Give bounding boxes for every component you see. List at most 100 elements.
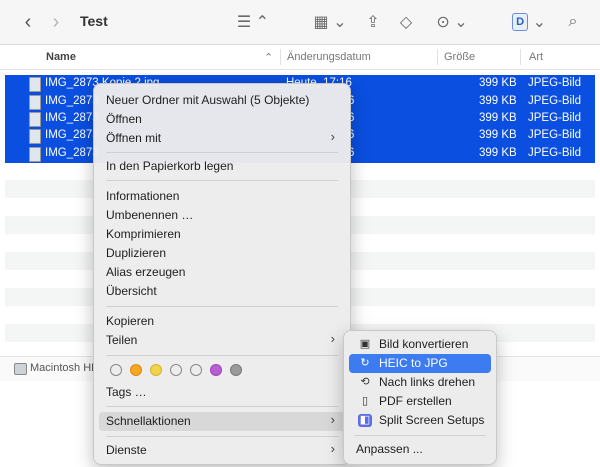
submenu-item-create-pdf[interactable]: ▯ PDF erstellen bbox=[349, 392, 491, 411]
menu-item-trash[interactable]: In den Papierkorb legen bbox=[99, 157, 345, 176]
file-name: IMG_2873 bbox=[45, 129, 99, 141]
chevron-right-icon: › bbox=[330, 129, 335, 144]
menu-label: Duplizieren bbox=[106, 246, 167, 260]
sort-chevron-icon[interactable]: ⌃ bbox=[264, 51, 273, 64]
submenu-label: HEIC to JPG bbox=[379, 356, 448, 370]
menu-separator bbox=[106, 406, 338, 407]
menu-item-share[interactable]: Teilen › bbox=[99, 331, 345, 350]
file-kind: JPEG-Bild bbox=[528, 95, 582, 107]
menu-label: Umbenennen … bbox=[106, 208, 194, 222]
tag-icon[interactable]: ◇ bbox=[396, 12, 416, 32]
column-name[interactable]: Name bbox=[46, 51, 76, 63]
menu-item-compress[interactable]: Komprimieren bbox=[99, 225, 345, 244]
app-icon[interactable]: D ⌄ bbox=[512, 12, 546, 32]
menu-item-overview[interactable]: Übersicht bbox=[99, 282, 345, 301]
rotate-left-icon: ⟲ bbox=[360, 376, 370, 388]
tag-color-orange[interactable] bbox=[130, 364, 142, 376]
file-name: IMG_2873 bbox=[45, 147, 99, 159]
file-kind: JPEG-Bild bbox=[528, 129, 582, 141]
tag-color-none[interactable] bbox=[110, 364, 122, 376]
menu-label: Teilen bbox=[106, 333, 138, 347]
chevron-right-icon: › bbox=[330, 412, 335, 427]
column-divider bbox=[280, 49, 281, 65]
submenu-item-customize[interactable]: Anpassen ... bbox=[349, 440, 491, 459]
menu-item-open-with[interactable]: Öffnen mit › bbox=[99, 129, 345, 148]
file-name: IMG_2873 bbox=[45, 112, 99, 124]
chevron-right-icon: › bbox=[330, 331, 335, 346]
menu-label: Tags … bbox=[106, 385, 147, 399]
tag-color-gray[interactable] bbox=[230, 364, 242, 376]
context-menu: Neuer Ordner mit Auswahl (5 Objekte) Öff… bbox=[93, 83, 351, 465]
menu-item-copy[interactable]: Kopieren bbox=[99, 312, 345, 331]
submenu-label: Bild konvertieren bbox=[379, 337, 469, 351]
menu-label: Neuer Ordner mit Auswahl (5 Objekte) bbox=[106, 93, 310, 107]
file-name: IMG_2873 bbox=[45, 95, 99, 107]
list-view-icon[interactable]: ☰ ⌃ bbox=[236, 12, 270, 32]
search-icon[interactable]: ⌕ bbox=[564, 12, 582, 32]
image-convert-icon: ▣ bbox=[359, 338, 371, 350]
menu-label: In den Papierkorb legen bbox=[106, 159, 234, 173]
quick-actions-submenu: ▣ Bild konvertieren ↻ HEIC to JPG ⟲ Nach li… bbox=[343, 330, 497, 465]
menu-label: Öffnen bbox=[106, 112, 142, 126]
image-file-icon bbox=[29, 147, 41, 162]
file-kind: JPEG-Bild bbox=[528, 112, 582, 124]
submenu-item-heic-to-jpg[interactable]: ↻ HEIC to JPG bbox=[349, 354, 491, 373]
column-kind[interactable]: Art bbox=[529, 51, 543, 63]
menu-label: Dienste bbox=[106, 443, 147, 457]
forward-icon[interactable]: › bbox=[46, 11, 66, 33]
column-divider bbox=[520, 49, 521, 65]
menu-item-rename[interactable]: Umbenennen … bbox=[99, 206, 345, 225]
column-size[interactable]: Größe bbox=[444, 51, 475, 63]
submenu-item-convert[interactable]: ▣ Bild konvertieren bbox=[349, 335, 491, 354]
menu-separator bbox=[106, 436, 338, 437]
menu-label: Kopieren bbox=[106, 314, 155, 328]
window-title: Test bbox=[80, 13, 108, 29]
more-actions-icon[interactable]: ⊙ ⌄ bbox=[434, 12, 470, 32]
share-icon[interactable]: ⇪ bbox=[364, 12, 382, 32]
tag-color-yellow[interactable] bbox=[150, 364, 162, 376]
menu-separator bbox=[354, 435, 486, 436]
menu-item-duplicate[interactable]: Duplizieren bbox=[99, 244, 345, 263]
menu-separator bbox=[106, 152, 338, 153]
column-header: Name ⌃ Änderungsdatum Größe Art bbox=[0, 45, 600, 70]
menu-item-services[interactable]: Dienste › bbox=[99, 441, 345, 460]
submenu-item-split-screen[interactable]: ◧ Split Screen Setups bbox=[349, 411, 491, 430]
menu-label: Alias erzeugen bbox=[106, 265, 186, 279]
menu-item-alias[interactable]: Alias erzeugen bbox=[99, 263, 345, 282]
menu-item-info[interactable]: Informationen bbox=[99, 187, 345, 206]
tag-color-purple[interactable] bbox=[210, 364, 222, 376]
file-size: 399 KB bbox=[479, 129, 517, 141]
menu-item-open[interactable]: Öffnen bbox=[99, 110, 345, 129]
menu-item-quick-actions[interactable]: Schnellaktionen › bbox=[99, 412, 345, 431]
submenu-item-rotate-left[interactable]: ⟲ Nach links drehen bbox=[349, 373, 491, 392]
menu-item-new-folder[interactable]: Neuer Ordner mit Auswahl (5 Objekte) bbox=[99, 91, 345, 110]
menu-separator bbox=[106, 355, 338, 356]
pdf-document-icon: ▯ bbox=[361, 395, 369, 407]
tag-color-blue[interactable] bbox=[190, 364, 202, 376]
image-file-icon bbox=[29, 112, 41, 127]
file-size: 399 KB bbox=[479, 147, 517, 159]
chevron-right-icon: › bbox=[330, 441, 335, 456]
menu-item-tags[interactable]: Tags … bbox=[99, 383, 345, 402]
menu-label: Komprimieren bbox=[106, 227, 181, 241]
file-kind: JPEG-Bild bbox=[528, 77, 582, 89]
submenu-label: PDF erstellen bbox=[379, 394, 452, 408]
menu-label: Übersicht bbox=[106, 284, 157, 298]
split-screen-icon: ◧ bbox=[358, 414, 372, 427]
file-kind: JPEG-Bild bbox=[528, 147, 582, 159]
column-date[interactable]: Änderungsdatum bbox=[287, 51, 371, 63]
menu-label: Informationen bbox=[106, 189, 180, 203]
back-icon[interactable]: ‹ bbox=[18, 11, 38, 33]
toolbar: ‹ › Test ☰ ⌃ ▦ ⌄ ⇪ ◇ ⊙ ⌄ D ⌄ ⌕ bbox=[0, 0, 600, 45]
tag-color-green[interactable] bbox=[170, 364, 182, 376]
refresh-icon: ↻ bbox=[360, 357, 370, 369]
submenu-label: Split Screen Setups bbox=[379, 413, 485, 427]
submenu-label: Nach links drehen bbox=[379, 375, 476, 389]
image-file-icon bbox=[29, 77, 41, 92]
group-icon[interactable]: ▦ ⌄ bbox=[312, 12, 348, 32]
menu-label: Öffnen mit bbox=[106, 131, 162, 145]
path-label[interactable]: Macintosh HD bbox=[30, 362, 99, 374]
menu-label: Schnellaktionen bbox=[106, 414, 191, 428]
submenu-label: Anpassen ... bbox=[356, 442, 423, 456]
image-file-icon bbox=[29, 95, 41, 110]
